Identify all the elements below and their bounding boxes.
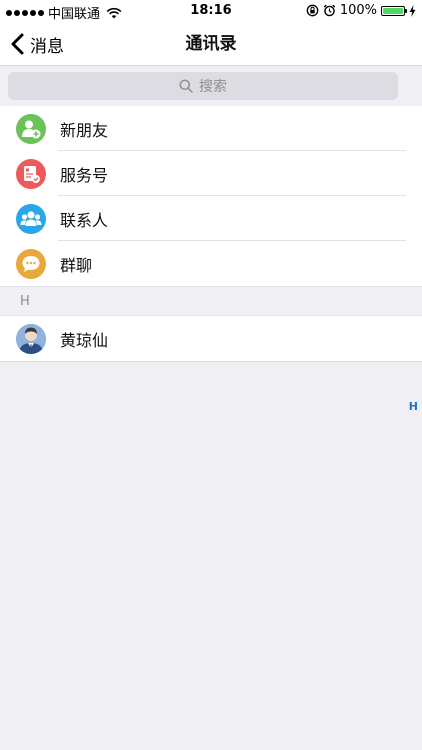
contacts-icon: [16, 203, 46, 234]
contact-row[interactable]: 黄琼仙: [0, 316, 422, 361]
charging-bolt-icon: [409, 4, 416, 17]
battery-percent: 100%: [339, 3, 377, 18]
add-friend-icon: [16, 113, 46, 144]
contact-list: 黄琼仙: [0, 316, 422, 362]
menu-item-label: 群聊: [60, 255, 93, 275]
rotation-lock-icon: [306, 4, 319, 17]
group-chat-icon: [16, 248, 46, 279]
status-right: 100%: [306, 3, 416, 18]
menu-item-contacts[interactable]: 联系人: [0, 196, 422, 241]
back-label: 消息: [30, 36, 64, 57]
battery-icon: [381, 5, 407, 16]
status-bar: 中国联通 18:16 100%: [0, 0, 422, 22]
menu-item-label: 联系人: [60, 210, 109, 230]
service-account-icon: [16, 158, 46, 189]
search-bar: 搜索: [0, 66, 422, 106]
section-header: H: [0, 286, 422, 316]
chevron-left-icon: [11, 33, 24, 55]
menu-item-service-accounts[interactable]: 服务号: [0, 151, 422, 196]
contact-name: 黄琼仙: [60, 330, 109, 350]
user-avatar-icon: [16, 323, 46, 354]
menu-item-label: 服务号: [60, 165, 109, 185]
section-letter: H: [20, 294, 30, 309]
search-input[interactable]: 搜索: [8, 72, 398, 100]
alphabet-index-bar[interactable]: H: [409, 400, 418, 413]
menu-item-label: 新朋友: [60, 120, 109, 140]
menu-item-group-chats[interactable]: 群聊: [0, 241, 422, 286]
battery-fill: [383, 7, 403, 14]
search-icon: [179, 79, 193, 93]
index-letter[interactable]: H: [409, 400, 418, 413]
search-placeholder: 搜索: [199, 79, 227, 95]
navigation-bar: 通讯录 消息: [0, 22, 422, 66]
back-button[interactable]: 消息: [10, 22, 64, 66]
function-list: 新朋友 服务号 联系人 群聊: [0, 106, 422, 286]
alarm-icon: [323, 4, 336, 17]
menu-item-new-friends[interactable]: 新朋友: [0, 106, 422, 151]
